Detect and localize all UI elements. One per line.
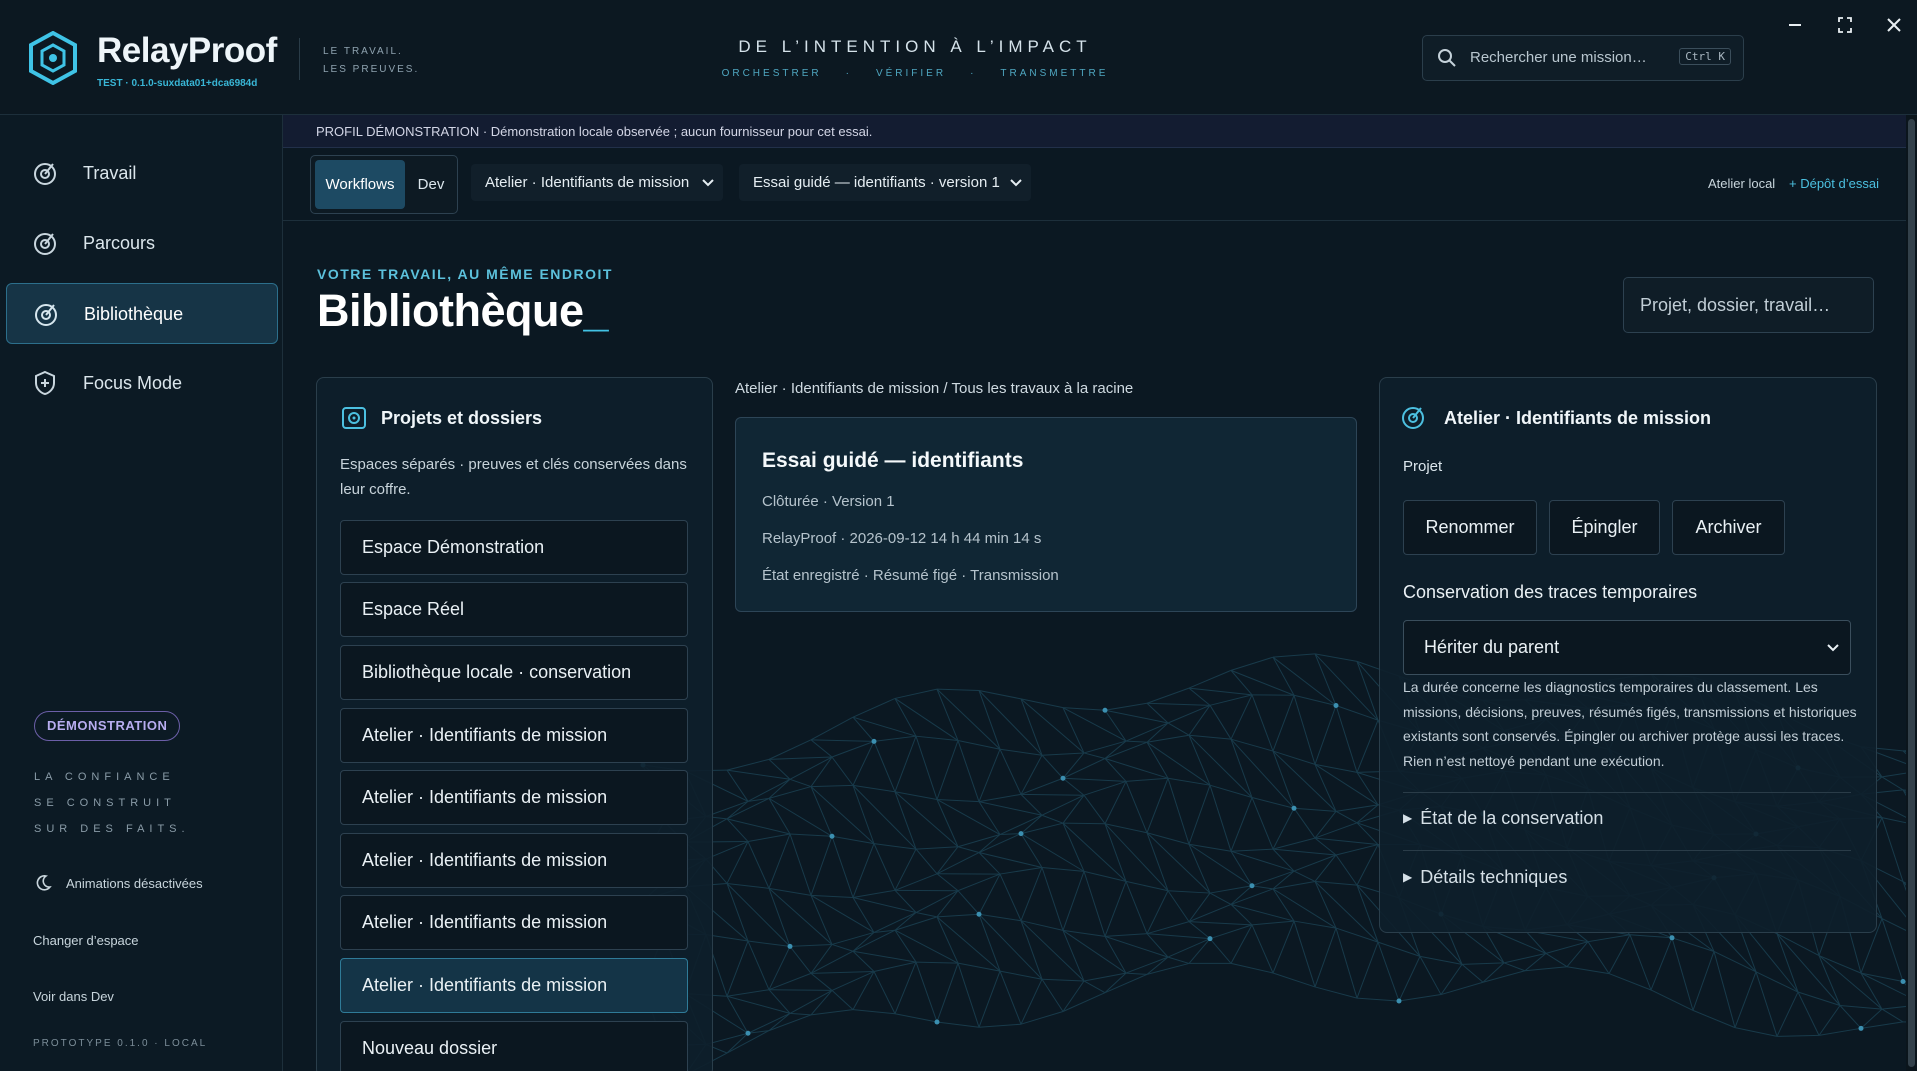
technical-details-disclosure[interactable]: ▶ Détails techniques: [1403, 867, 1567, 888]
build-version: TEST · 0.1.0-suxdata01+dca6984d: [97, 78, 258, 89]
motto-separator: ·: [845, 68, 852, 79]
run-select[interactable]: Essai guidé — identifiants · version 1: [739, 164, 1031, 201]
retention-note: La durée concerne les diagnostics tempor…: [1403, 679, 1857, 769]
motto-step: VÉRIFIER: [875, 68, 947, 79]
switch-space-link[interactable]: Changer d’espace: [33, 933, 139, 948]
library-search-input[interactable]: Projet, dossier, travail…: [1623, 277, 1874, 333]
details-title: Atelier · Identifiants de mission: [1444, 408, 1712, 428]
caret-right-icon: ▶: [1403, 811, 1413, 825]
page-eyebrow: VOTRE TRAVAIL, AU MÊME ENDROIT: [317, 266, 613, 282]
target-icon: [1402, 407, 1424, 429]
details-kind: Projet: [1403, 458, 1443, 475]
scrollbar-thumb[interactable]: [1908, 119, 1915, 1067]
sidebar-item-bibliotheque[interactable]: Bibliothèque: [6, 283, 278, 344]
details-panel: Atelier · Identifiants de mission Projet…: [1379, 377, 1877, 933]
archive-button[interactable]: Archiver: [1672, 500, 1785, 555]
folder-item-selected[interactable]: Atelier · Identifiants de mission: [340, 958, 688, 1013]
chevron-down-icon: [702, 179, 714, 187]
library-search-placeholder: Projet, dossier, travail…: [1640, 295, 1831, 315]
folder-item[interactable]: Bibliothèque locale · conservation: [340, 645, 688, 700]
maximize-icon[interactable]: [1830, 10, 1860, 40]
disclosure-label: État de la conservation: [1420, 808, 1604, 828]
sidebar-item-label: Bibliothèque: [84, 304, 184, 324]
retention-select-value: Hériter du parent: [1424, 637, 1560, 657]
motto-separator: ·: [970, 68, 977, 79]
close-icon[interactable]: [1879, 10, 1909, 40]
vault-icon: [342, 407, 366, 429]
sidebar-item-label: Parcours: [83, 233, 156, 253]
target-icon: [35, 304, 57, 326]
tab-workflows[interactable]: Workflows: [315, 160, 405, 209]
notice-text: PROFIL DÉMONSTRATION · Démonstration loc…: [316, 124, 873, 139]
shield-plus-icon: [35, 370, 55, 396]
disclosure-label: Détails techniques: [1420, 867, 1568, 887]
run-meta: RelayProof · 2026-09-12 14 h 44 min 14 s: [762, 530, 1042, 547]
animations-label: Animations désactivées: [66, 876, 203, 891]
folder-item[interactable]: Espace Réel: [340, 582, 688, 637]
motto-step: ORCHESTRER: [721, 68, 822, 79]
sidebar: Travail Parcours Bibliothèque Focus Mode…: [0, 115, 283, 1071]
mode-switch: Workflows Dev: [310, 155, 458, 214]
project-select-value: Atelier · Identifiants de mission: [485, 174, 690, 191]
folder-item[interactable]: Espace Démonstration: [340, 520, 688, 575]
folder-item[interactable]: Atelier · Identifiants de mission: [340, 708, 688, 763]
target-icon: [34, 163, 56, 185]
chevron-down-icon: [1827, 644, 1839, 652]
trust-line: SE CONSTRUIT: [34, 797, 176, 809]
page-title-text: Bibliothèque: [317, 285, 584, 336]
trust-line: SUR DES FAITS.: [34, 823, 190, 835]
chevron-down-icon: [1010, 179, 1022, 187]
sidebar-item-label: Travail: [83, 163, 137, 183]
scrollbar[interactable]: [1906, 115, 1917, 1071]
caret-right-icon: ▶: [1403, 870, 1413, 884]
trust-line: LA CONFIANCE: [34, 771, 175, 783]
divider: [1403, 792, 1851, 793]
add-test-repo-link[interactable]: + Dépôt d’essai: [1789, 176, 1879, 191]
title-cursor: _: [583, 285, 609, 336]
global-search-input[interactable]: Rechercher une mission… Ctrl K: [1422, 35, 1744, 81]
prototype-version: PROTOTYPE 0.1.0 · LOCAL: [33, 1038, 208, 1049]
demo-badge: DÉMONSTRATION: [34, 711, 181, 741]
workspace-label: Atelier local: [1708, 176, 1776, 191]
view-in-dev-link[interactable]: Voir dans Dev: [33, 989, 114, 1004]
search-icon: [1438, 49, 1456, 67]
folder-item[interactable]: Atelier · Identifiants de mission: [340, 895, 688, 950]
sidebar-item-parcours[interactable]: Parcours: [6, 213, 278, 274]
new-folder-button[interactable]: Nouveau dossier: [340, 1021, 688, 1071]
target-icon: [34, 233, 56, 255]
projects-panel: Projets et dossiers Espaces séparés · pr…: [316, 377, 713, 1071]
run-flags: État enregistré · Résumé figé · Transmis…: [762, 567, 1059, 584]
project-select[interactable]: Atelier · Identifiants de mission: [471, 164, 723, 201]
folder-item[interactable]: Atelier · Identifiants de mission: [340, 770, 688, 825]
moon-icon: [36, 875, 52, 891]
shortcut-hint: Ctrl K: [1679, 48, 1731, 65]
top-bar: RelayProof TEST · 0.1.0-suxdata01+dca698…: [0, 0, 1917, 115]
search-placeholder: Rechercher une mission…: [1470, 49, 1647, 66]
divider: [1403, 850, 1851, 851]
retention-label: Conservation des traces temporaires: [1403, 582, 1698, 602]
panel-description: Espaces séparés · preuves et clés conser…: [340, 456, 687, 498]
folder-item[interactable]: Atelier · Identifiants de mission: [340, 833, 688, 888]
demo-profile-notice: PROFIL DÉMONSTRATION · Démonstration loc…: [283, 115, 1906, 148]
run-select-value: Essai guidé — identifiants · version 1: [753, 174, 1000, 191]
retention-select[interactable]: Hériter du parent: [1403, 620, 1851, 675]
sidebar-item-label: Focus Mode: [83, 373, 183, 393]
pin-button[interactable]: Épingler: [1549, 500, 1660, 555]
run-title: Essai guidé — identifiants: [762, 449, 1024, 472]
sidebar-item-focus-mode[interactable]: Focus Mode: [6, 353, 278, 414]
run-status: Clôturée · Version 1: [762, 493, 895, 510]
minimize-icon[interactable]: [1780, 10, 1810, 40]
tab-dev[interactable]: Dev: [408, 160, 454, 209]
breadcrumb: Atelier · Identifiants de mission / Tous…: [735, 380, 1134, 397]
run-card[interactable]: Essai guidé — identifiants Clôturée · Ve…: [735, 417, 1357, 612]
panel-title: Projets et dossiers: [381, 408, 543, 428]
retention-state-disclosure[interactable]: ▶ État de la conservation: [1403, 808, 1603, 829]
sidebar-item-travail[interactable]: Travail: [6, 143, 278, 204]
page-title: Bibliothèque_: [317, 285, 609, 337]
toolbar: Workflows Dev Atelier · Identifiants de …: [283, 148, 1906, 221]
motto-step: TRANSMETTRE: [1000, 68, 1109, 79]
rename-button[interactable]: Renommer: [1403, 500, 1537, 555]
